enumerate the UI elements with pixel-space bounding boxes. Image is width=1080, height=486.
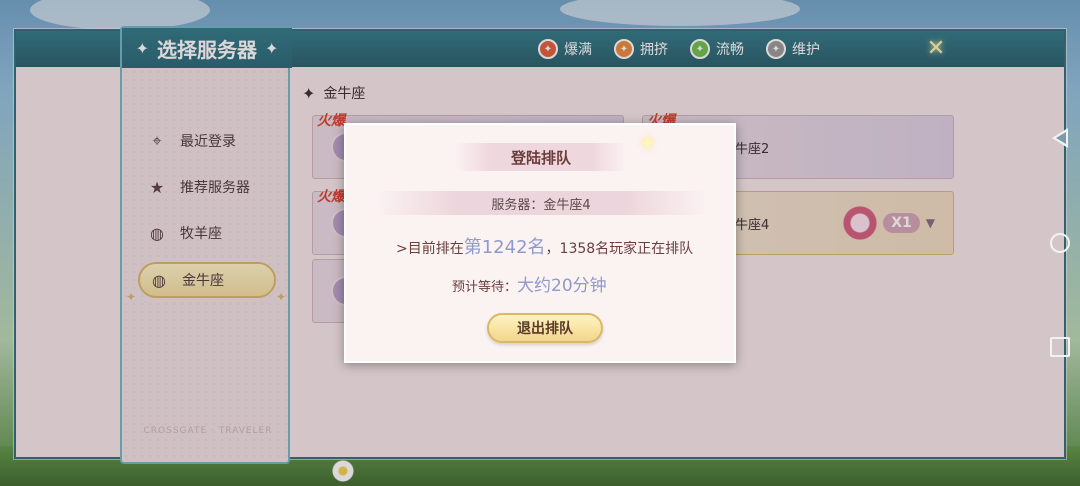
queue-wait: 预计等待：大约20分钟	[452, 271, 607, 296]
sparkle-icon: ✦	[639, 131, 656, 155]
queue-rank-suffix: ，1358名玩家正在排队	[545, 241, 694, 257]
queue-rank: 第1242名	[463, 237, 546, 258]
queue-server: 服务器：金牛座4	[376, 191, 706, 215]
queue-dialog: 登陆排队 ✦ 服务器：金牛座4 >目前排在第1242名，1358名玩家正在排队 …	[344, 123, 736, 363]
dialog-title-band: 登陆排队 ✦	[456, 131, 656, 171]
dialog-title: 登陆排队	[456, 143, 626, 171]
queue-wait-label: 预计等待：	[452, 280, 518, 295]
back-icon[interactable]	[1052, 128, 1068, 148]
queue-rank-prefix: >目前排在	[396, 241, 464, 257]
home-icon[interactable]	[1050, 233, 1070, 253]
exit-queue-button[interactable]: 退出排队	[487, 313, 603, 343]
recent-apps-icon[interactable]	[1050, 337, 1070, 357]
queue-position: >目前排在第1242名，1358名玩家正在排队	[396, 239, 696, 258]
queue-wait-time: 大约20分钟	[517, 276, 607, 296]
